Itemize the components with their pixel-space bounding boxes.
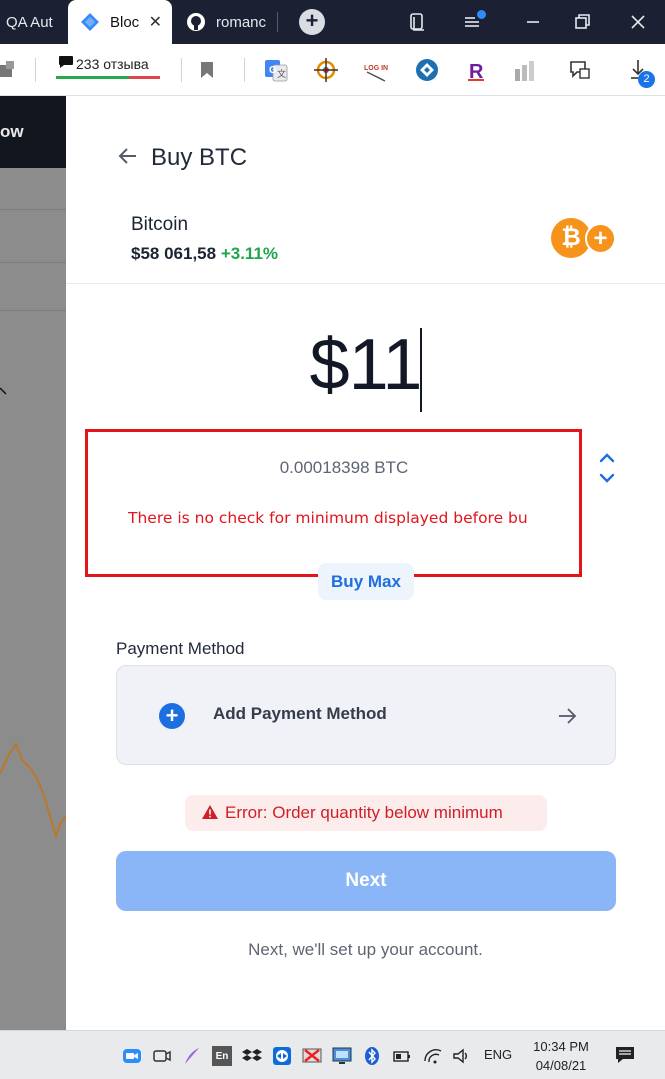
asset-price-change: +3.11% [220,244,279,263]
amount-input[interactable]: $11 [66,324,665,406]
google-translate-icon[interactable]: G 文 [263,57,289,83]
ublock-style-icon[interactable] [414,57,440,83]
background-divider [0,310,66,311]
background-price-chart [0,387,66,840]
teamviewer-icon[interactable] [272,1046,292,1066]
payment-method-label: Payment Method [116,639,245,658]
github-icon [187,13,205,31]
login-extension-icon[interactable]: LOG IN [363,57,391,83]
buy-max-button[interactable]: Buy Max [318,563,414,600]
language-indicator[interactable]: ENG [484,1047,512,1062]
svg-text:G: G [269,65,277,76]
swap-currency-icon[interactable] [598,452,616,484]
footer-note: Next, we'll set up your account. [248,940,483,959]
reviews-count[interactable]: 233 отзыва [76,56,149,72]
blockchain-logo-icon [81,13,99,31]
tab-title: romanc [216,13,267,31]
browser-tab-bar: QA Aut Bloc ✕ romanc + [0,0,665,44]
crosshair-extension-icon[interactable] [313,57,339,83]
error-text: Error: Order quantity below minimum [225,803,503,822]
tab-separator [277,12,278,32]
webcam-icon[interactable] [152,1046,172,1066]
taskbar-clock[interactable]: 10:34 PM 04/08/21 [525,1037,597,1075]
tab-qa-automation[interactable]: QA Aut [0,0,68,44]
svg-text:文: 文 [277,68,286,79]
notification-dot [477,10,486,19]
back-arrow-icon[interactable] [118,146,138,166]
tab-github[interactable]: romanc [176,0,278,44]
bookmark-icon[interactable] [194,57,220,83]
page-title: Buy BTC [151,144,248,171]
new-tab-button[interactable]: + [299,9,325,35]
background-header-text: ow [0,122,24,141]
error-banner: Error: Order quantity below minimum [185,795,547,831]
chart-extension-icon[interactable] [513,57,539,83]
next-button[interactable]: Next [116,851,616,911]
collections-icon[interactable] [405,10,429,34]
extension-puzzle-icon[interactable] [0,57,22,83]
downloads-badge: 2 [638,71,655,88]
clock-date: 04/08/21 [535,1058,587,1073]
section-divider [66,283,665,284]
battery-icon[interactable] [392,1046,412,1066]
asset-price-row: $58 061,58 +3.11% [131,244,278,264]
plus-circle-icon: + [159,703,185,729]
close-tab-icon[interactable]: ✕ [149,12,162,32]
close-window-icon[interactable] [626,10,650,34]
minimize-icon[interactable] [521,10,545,34]
speech-extension-icon[interactable] [567,57,593,83]
zoom-icon[interactable] [122,1046,142,1066]
windows-taskbar: En ENG 10:34 PM 04/08/21 [0,1030,665,1079]
keyboard-en-icon[interactable]: En [212,1046,232,1066]
arrow-right-icon [559,708,577,724]
bluetooth-icon[interactable] [362,1046,382,1066]
monitor-app-icon[interactable] [332,1046,352,1066]
speech-bubble-icon [59,56,73,68]
notifications-icon[interactable] [614,1044,636,1066]
toolbar-separator [181,58,182,82]
tab-title: QA Aut [6,13,53,31]
warning-icon [202,805,218,819]
tab-title: Bloc [110,13,140,31]
tab-blockchain-active[interactable]: Bloc ✕ [68,0,172,44]
background-divider [0,209,66,210]
asset-price: $58 061,58 [131,244,217,263]
dropbox-icon[interactable] [242,1046,262,1066]
background-header: ow [0,96,66,168]
toolbar-separator [244,58,245,82]
add-asset-icon[interactable]: + [585,223,616,254]
feather-icon[interactable] [182,1046,202,1066]
reviews-rating-bar [56,76,160,79]
add-payment-method-label: Add Payment Method [213,704,387,723]
background-divider [0,262,66,263]
annotation-highlight-box [85,429,582,577]
clock-time: 10:34 PM [533,1039,589,1054]
buy-btc-modal: Buy BTC Bitcoin $58 061,58 +3.11% ₿ + $1… [66,96,665,1030]
login-ext-label: LOG IN [364,65,388,72]
r-extension-icon[interactable]: R [464,57,490,83]
toolbar-separator [35,58,36,82]
text-cursor [420,328,422,412]
network-disabled-icon[interactable] [302,1046,322,1066]
add-payment-method-button[interactable]: + Add Payment Method [116,665,616,765]
restore-icon[interactable] [570,10,594,34]
wifi-icon[interactable] [423,1046,443,1066]
background-page-overlay: ow [0,96,66,1030]
extensions-bar: 233 отзыва G 文 LOG IN R [0,44,665,96]
asset-name: Bitcoin [131,214,189,235]
volume-icon[interactable] [451,1046,471,1066]
